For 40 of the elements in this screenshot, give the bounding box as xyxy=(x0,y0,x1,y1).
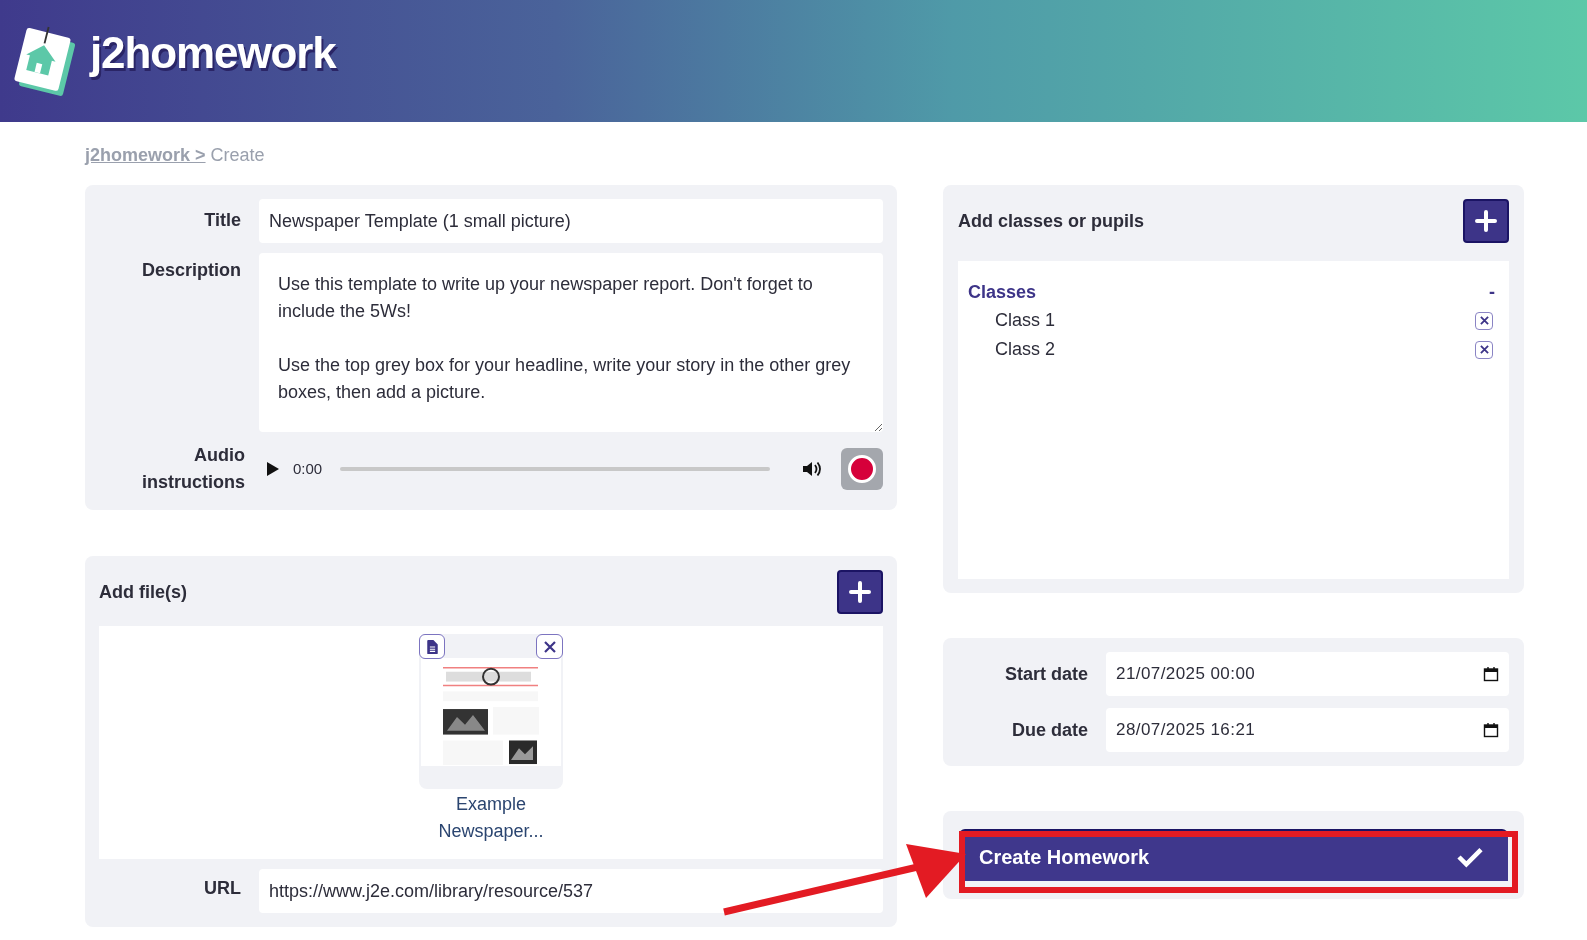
remove-class-button[interactable] xyxy=(1475,311,1493,330)
date-field[interactable]: 28/07/2025 16:21 xyxy=(1106,708,1509,752)
add-file-button[interactable] xyxy=(837,570,883,614)
file-name[interactable]: Example Newspaper... xyxy=(426,791,556,845)
field-label: Due date xyxy=(1010,718,1088,742)
class-name: Class 2 xyxy=(995,338,1056,361)
close-icon xyxy=(543,640,556,653)
document-icon[interactable] xyxy=(419,634,445,659)
record-button[interactable] xyxy=(841,448,883,490)
field-label: URL xyxy=(203,877,241,900)
audio-progress-track[interactable] xyxy=(340,467,771,471)
remove-class-button[interactable] xyxy=(1475,340,1493,359)
close-icon xyxy=(1479,316,1489,325)
title-field[interactable]: Newspaper Template (1 small picture) xyxy=(259,199,883,243)
description-field[interactable]: Use this template to write up your newspaper report. Don't forget to include the 5Ws! Use the top grey box for your headline, write your story in the other grey boxes, then add a picture. xyxy=(259,253,883,432)
field-label: Audio instructions xyxy=(141,444,245,494)
volume-icon[interactable] xyxy=(802,460,823,478)
date-field[interactable]: 21/07/2025 00:00 xyxy=(1106,652,1509,696)
class-name: Class 1 xyxy=(995,309,1056,332)
add-recipient-button[interactable] xyxy=(1463,199,1509,243)
collapse-toggle[interactable]: - xyxy=(1485,279,1499,306)
calendar-icon[interactable] xyxy=(1483,666,1499,682)
field-label: Start date xyxy=(1003,662,1088,686)
calendar-icon[interactable] xyxy=(1483,722,1499,738)
field-label: Title xyxy=(203,209,241,232)
play-icon[interactable] xyxy=(267,462,279,476)
breadcrumb-current: Create xyxy=(210,145,265,165)
group-heading[interactable]: Classes xyxy=(968,279,1037,306)
remove-file-button[interactable] xyxy=(536,634,563,659)
field-label: Description xyxy=(140,259,241,282)
close-icon xyxy=(1479,345,1489,354)
section-heading: Add classes or pupils xyxy=(958,209,1145,233)
file-card[interactable] xyxy=(419,634,563,789)
checkmark-icon xyxy=(1456,846,1484,868)
plus-icon xyxy=(848,580,872,604)
audio-time: 0:00 xyxy=(293,458,323,479)
logo-text[interactable]: j2homework xyxy=(90,20,336,86)
plus-icon xyxy=(1474,209,1498,233)
url-field[interactable]: https://www.j2e.com/library/resource/537 xyxy=(259,869,883,913)
section-heading: Add file(s) xyxy=(99,580,187,604)
